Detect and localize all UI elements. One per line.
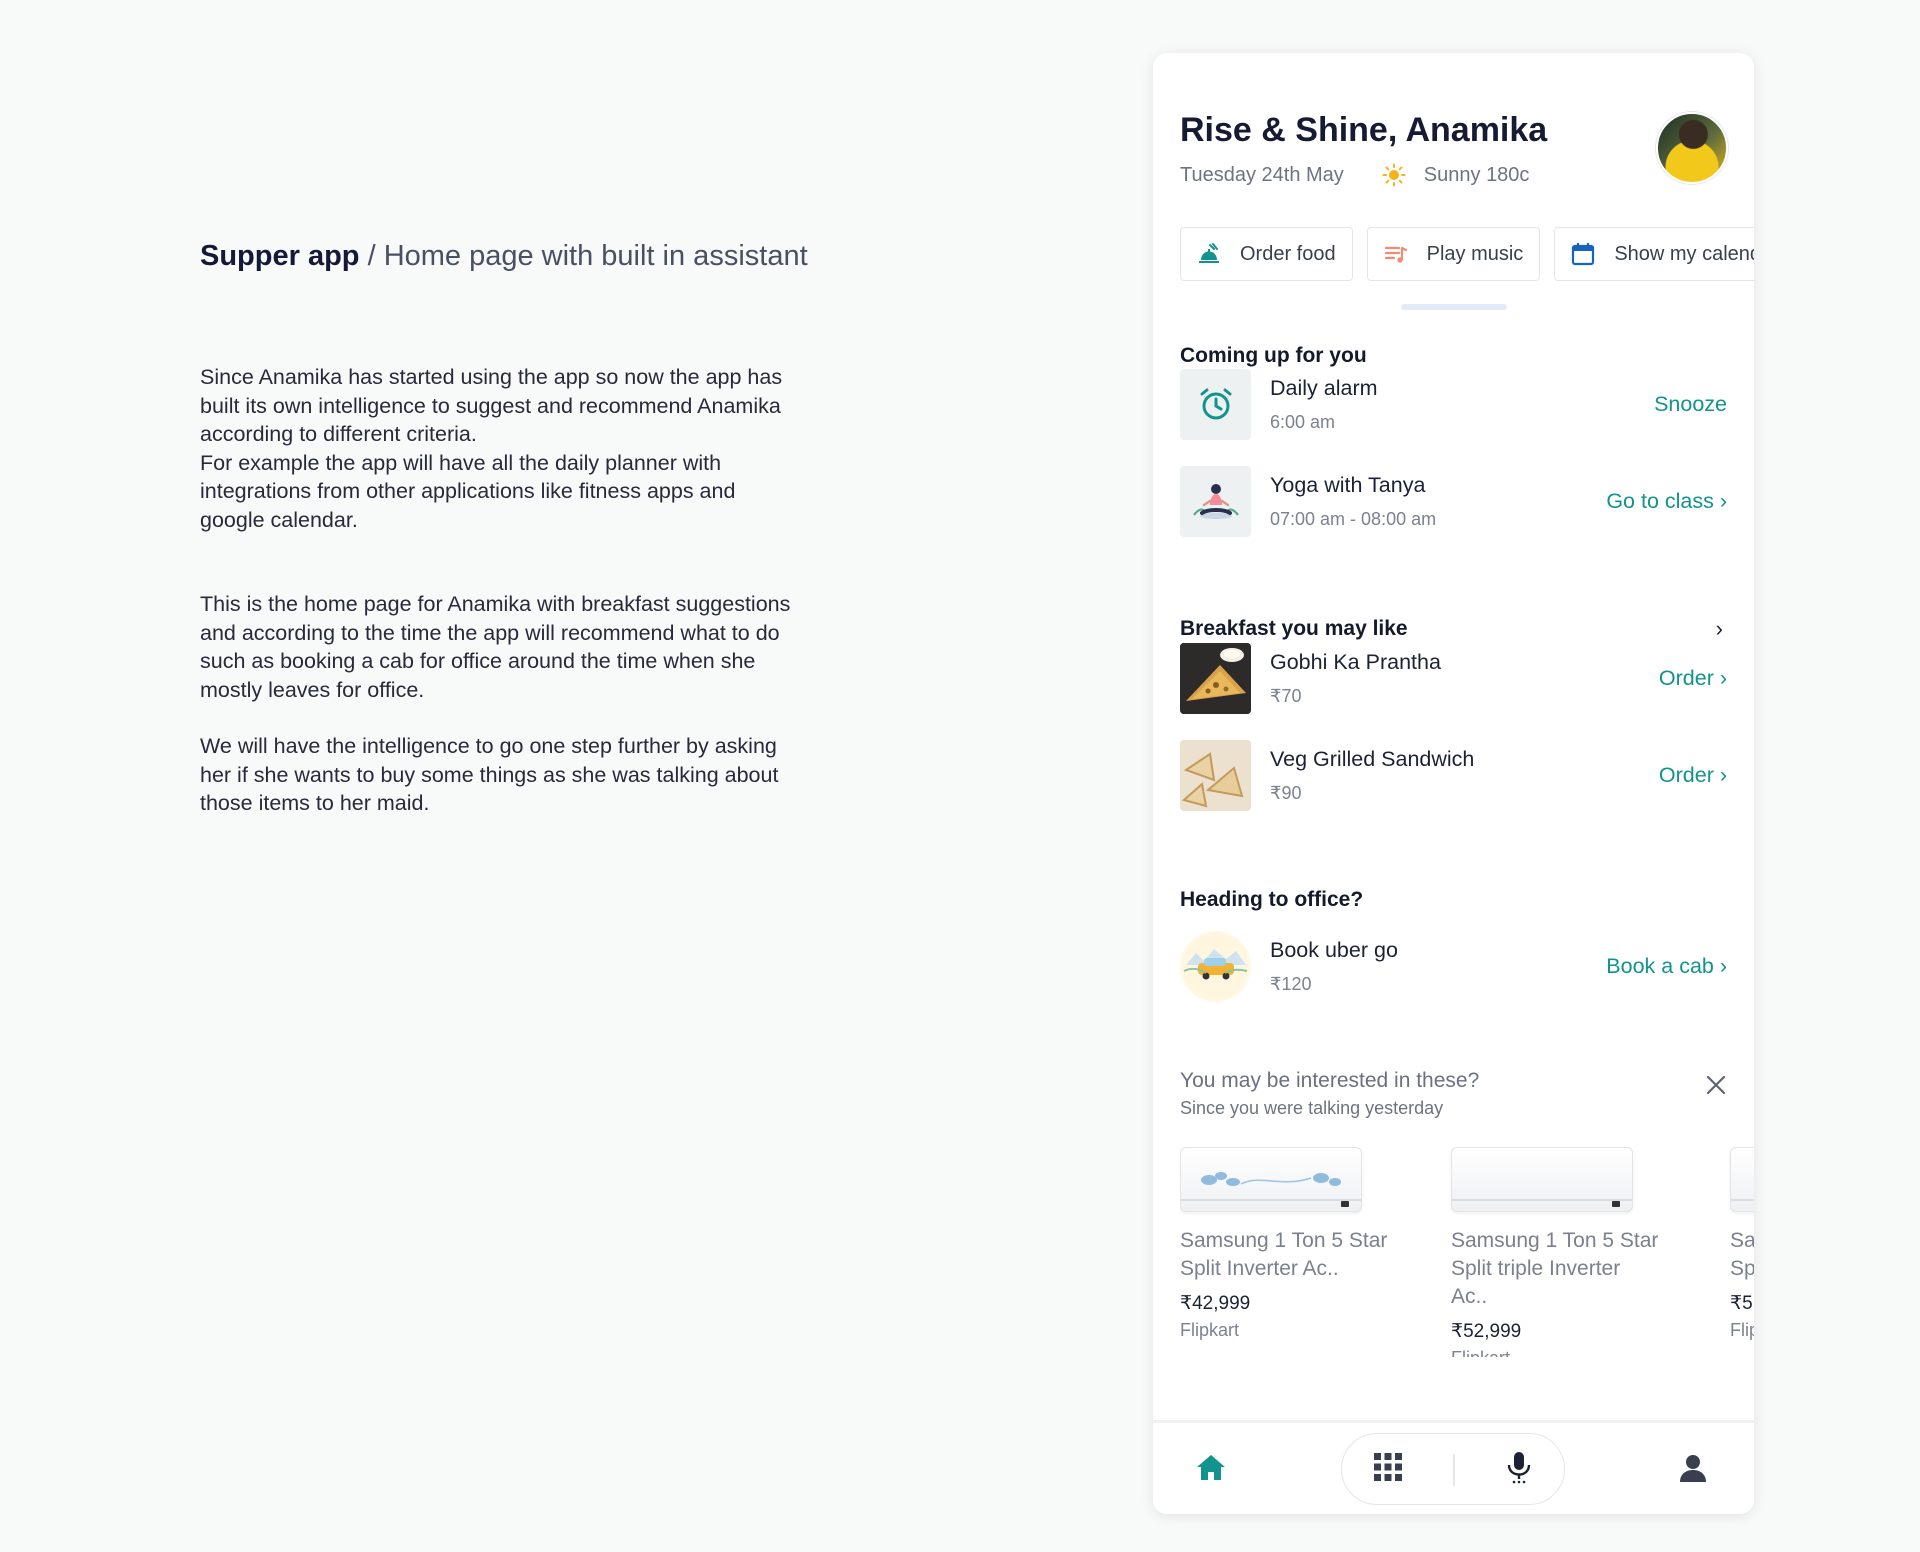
alarm-icon [1200, 388, 1231, 420]
section-title: You may be interested in these? [1180, 1069, 1480, 1092]
product-card[interactable]: Samsung 1 Ton 5 Star Split triple Invert… [1451, 1147, 1661, 1357]
section-title: Breakfast you may like [1180, 617, 1408, 640]
order-button[interactable]: Order › [1659, 763, 1727, 788]
item-price: ₹70 [1270, 685, 1302, 706]
app-name: Supper app [200, 240, 360, 272]
office-section: Heading to office? Book uber go ₹120 Boo… [1180, 888, 1727, 1002]
page-heading: Supper app / Home page with built in ass… [200, 240, 860, 273]
product-image [1180, 1147, 1362, 1212]
coming-up-section: Coming up for you Daily alarm 6:00 am Sn… [1180, 344, 1727, 537]
page-name: Home page with built in assistant [383, 240, 808, 272]
greeting-title: Rise & Shine, Anamika [1180, 111, 1548, 149]
item-price: ₹120 [1270, 973, 1312, 994]
food-image [1180, 739, 1251, 811]
yoga-icon [1192, 484, 1239, 519]
product-seller: Flipkart [1451, 1348, 1661, 1357]
item-name: Gobhi Ka Prantha [1270, 649, 1441, 674]
description-paragraph: This is the home page for Anamika with b… [200, 592, 791, 702]
close-icon[interactable] [1705, 1074, 1727, 1096]
chip-label: Show my calendar [1614, 242, 1754, 265]
bottom-nav [1153, 1420, 1754, 1514]
product-price: ₹5 [1730, 1293, 1753, 1314]
food-image [1180, 642, 1251, 714]
item-price: ₹90 [1270, 782, 1302, 803]
section-subtitle: Since you were talking yesterday [1180, 1098, 1444, 1118]
item-time: 07:00 am - 08:00 am [1270, 508, 1437, 529]
snooze-button[interactable]: Snooze [1654, 392, 1727, 417]
chips-scroll-indicator [1401, 304, 1507, 310]
chevron-right-icon[interactable]: › [1716, 616, 1727, 642]
product-name: Samsung 1 Ton 5 Star Split Inverter Ac.. [1730, 1229, 1754, 1280]
product-image [1451, 1147, 1633, 1212]
item-name: Book uber go [1270, 937, 1398, 962]
mic-icon[interactable] [1502, 1450, 1536, 1484]
list-item[interactable]: Gobhi Ka Prantha ₹70 Order › [1180, 642, 1727, 714]
book-cab-button[interactable]: Book a cab › [1606, 954, 1727, 979]
list-item[interactable]: Veg Grilled Sandwich ₹90 Order › [1180, 739, 1727, 811]
item-name: Veg Grilled Sandwich [1270, 746, 1475, 771]
list-item[interactable]: Book uber go ₹120 Book a cab › [1180, 930, 1727, 1002]
product-name: Samsung 1 Ton 5 Star Split Inverter Ac.. [1180, 1229, 1388, 1280]
sun-icon [1382, 163, 1406, 187]
product-seller: Flipkart [1730, 1320, 1754, 1340]
weather-text: Sunny 180c [1423, 163, 1530, 186]
assistant-pill [1341, 1433, 1565, 1505]
quick-actions: Order food Play music Show my calendar [1180, 227, 1754, 281]
recommendations-section: You may be interested in these? Since yo… [1180, 1069, 1727, 1119]
apps-grid-icon[interactable] [1371, 1450, 1405, 1484]
go-to-class-button[interactable]: Go to class › [1606, 489, 1727, 514]
product-price: ₹42,999 [1180, 1293, 1251, 1314]
description-panel: Supper app / Home page with built in ass… [200, 240, 860, 874]
item-time: 6:00 am [1270, 411, 1336, 432]
chip-label: Play music [1426, 242, 1524, 265]
list-item[interactable]: Daily alarm 6:00 am Snooze [1180, 368, 1727, 440]
paratha-image [1180, 642, 1251, 714]
floral-pattern [1201, 1172, 1341, 1186]
product-image [1730, 1147, 1754, 1212]
cab-image [1182, 933, 1249, 999]
item-name: Daily alarm [1270, 375, 1378, 400]
product-name: Samsung 1 Ton 5 Star Split triple Invert… [1451, 1229, 1659, 1308]
section-title: Heading to office? [1180, 888, 1364, 911]
phone-screen: Rise & Shine, Anamika Tuesday 24th May S… [1153, 53, 1754, 1514]
list-item[interactable]: Yoga with Tanya 07:00 am - 08:00 am Go t… [1180, 465, 1727, 537]
description-body: Since Anamika has started using the app … [200, 363, 860, 818]
food-icon [1199, 243, 1219, 263]
product-price: ₹52,999 [1451, 1321, 1522, 1342]
alarm-thumb [1180, 368, 1251, 440]
order-button[interactable]: Order › [1659, 666, 1727, 691]
heading-separator: / [359, 240, 384, 272]
profile-icon[interactable] [1676, 1451, 1710, 1485]
sandwich-image [1180, 739, 1251, 811]
calendar-icon [1572, 243, 1595, 266]
chip-play-music[interactable]: Play music [1366, 227, 1541, 281]
description-paragraph: We will have the intelligence to go one … [200, 734, 779, 815]
section-title: Coming up for you [1180, 344, 1367, 367]
home-icon[interactable] [1194, 1451, 1228, 1485]
product-seller: Flipkart [1180, 1320, 1240, 1340]
yoga-thumb [1180, 465, 1251, 537]
item-name: Yoga with Tanya [1270, 472, 1426, 497]
pill-divider [1453, 1454, 1455, 1486]
product-card[interactable]: Samsung 1 Ton 5 Star Split Inverter Ac..… [1730, 1147, 1754, 1341]
cab-thumb [1180, 930, 1251, 1002]
product-carousel: Samsung 1 Ton 5 Star Split Inverter Ac..… [1180, 1147, 1754, 1357]
chip-label: Order food [1240, 242, 1336, 265]
date-text: Tuesday 24th May [1180, 163, 1344, 186]
music-icon [1384, 246, 1407, 263]
breakfast-section: Breakfast you may like › Gobhi Ka Pranth… [1180, 616, 1727, 811]
product-card[interactable]: Samsung 1 Ton 5 Star Split Inverter Ac..… [1180, 1147, 1390, 1341]
chip-show-calendar[interactable]: Show my calendar [1554, 227, 1754, 281]
chip-order-food[interactable]: Order food [1180, 227, 1353, 281]
description-paragraph: Since Anamika has started using the app … [200, 365, 783, 532]
avatar[interactable] [1656, 112, 1728, 184]
date-weather-line: Tuesday 24th May Sunny 180c [1180, 163, 1727, 187]
